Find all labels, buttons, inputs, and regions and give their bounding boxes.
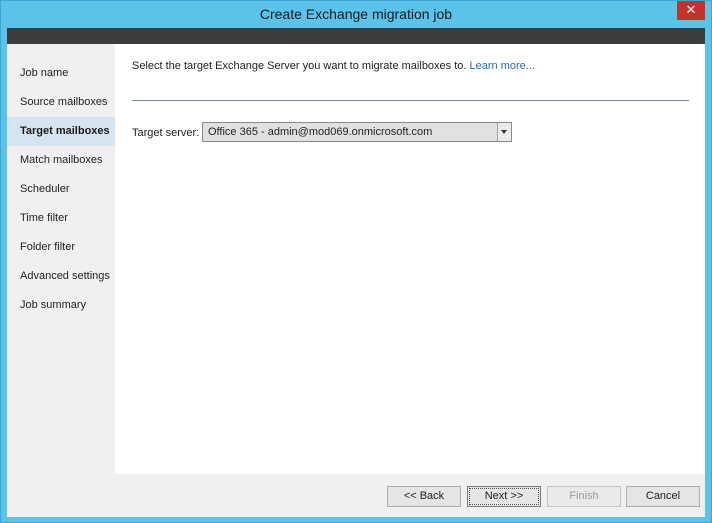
- title-bar: Create Exchange migration job ✕: [1, 1, 711, 28]
- sidebar-item-time-filter[interactable]: Time filter: [7, 204, 115, 233]
- sidebar-item-job-summary[interactable]: Job summary: [7, 291, 115, 320]
- back-button[interactable]: << Back: [387, 486, 461, 507]
- instruction-label: Select the target Exchange Server you wa…: [132, 60, 467, 72]
- dialog-window: Create Exchange migration job ✕ Job name…: [0, 0, 712, 523]
- finish-button[interactable]: Finish: [547, 486, 621, 507]
- main-panel: Select the target Exchange Server you wa…: [115, 44, 705, 474]
- sidebar-item-job-name[interactable]: Job name: [7, 59, 115, 88]
- close-button[interactable]: ✕: [677, 1, 705, 20]
- cancel-button[interactable]: Cancel: [626, 486, 700, 507]
- close-icon: ✕: [685, 2, 697, 17]
- target-server-value: Office 365 - admin@mod069.onmicrosoft.co…: [208, 126, 433, 138]
- window-title: Create Exchange migration job: [259, 6, 453, 22]
- wizard-step-nav: Job name Source mailboxes Target mailbox…: [7, 44, 115, 474]
- section-divider: [132, 100, 689, 101]
- instruction-text: Select the target Exchange Server you wa…: [132, 60, 535, 72]
- sidebar-item-match-mailboxes[interactable]: Match mailboxes: [7, 146, 115, 175]
- next-button[interactable]: Next >>: [467, 486, 541, 507]
- sidebar-item-target-mailboxes[interactable]: Target mailboxes: [7, 117, 115, 146]
- button-bar: << Back Next >> Finish Cancel: [7, 474, 705, 517]
- dialog-body: Job name Source mailboxes Target mailbox…: [7, 44, 705, 517]
- sidebar-item-scheduler[interactable]: Scheduler: [7, 175, 115, 204]
- header-band: [7, 28, 705, 44]
- sidebar-item-source-mailboxes[interactable]: Source mailboxes: [7, 88, 115, 117]
- chevron-down-icon[interactable]: [497, 123, 511, 141]
- sidebar-item-folder-filter[interactable]: Folder filter: [7, 233, 115, 262]
- target-server-dropdown[interactable]: Office 365 - admin@mod069.onmicrosoft.co…: [202, 122, 512, 142]
- target-server-label: Target server:: [132, 127, 200, 139]
- sidebar-item-advanced-settings[interactable]: Advanced settings: [7, 262, 115, 291]
- learn-more-link[interactable]: Learn more...: [470, 60, 535, 72]
